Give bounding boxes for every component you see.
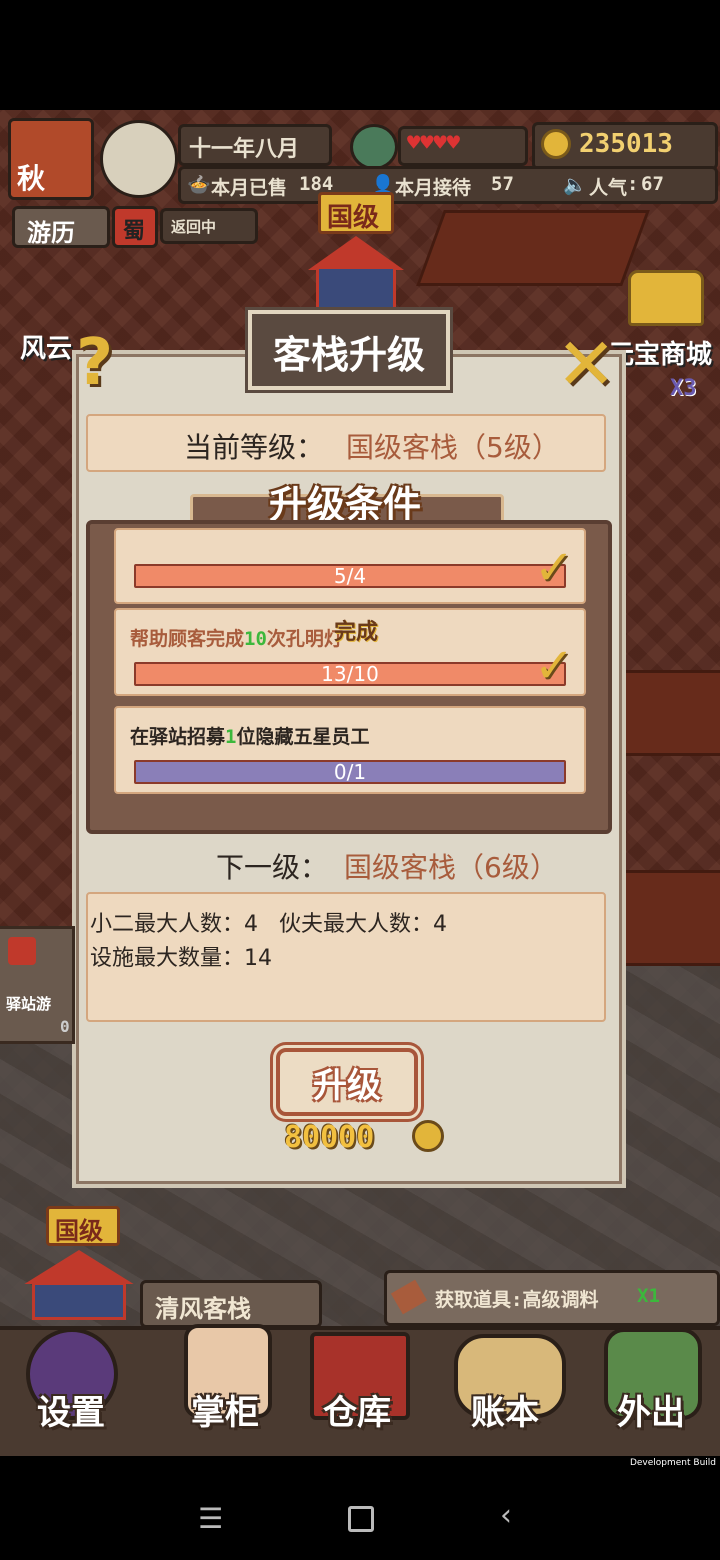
recruit-side-panel[interactable]: 驿站游 0 xyxy=(0,926,75,1044)
travel-region-badge: 蜀 xyxy=(112,206,158,248)
shopkeeper-avatar[interactable] xyxy=(350,124,398,170)
condition-progress-1: 5/4 xyxy=(134,564,566,588)
date-label: 十一年八月 xyxy=(189,137,300,162)
rank-badge: 国级 xyxy=(318,192,394,234)
rank-badge-label: 国级 xyxy=(327,203,380,233)
checkmark-icon: ✓ xyxy=(534,540,575,596)
shop-badge: X3 xyxy=(670,376,697,401)
home-icon[interactable] xyxy=(348,1506,374,1532)
served-value: 57 xyxy=(491,173,514,195)
checkmark-icon: ✓ xyxy=(534,638,575,694)
next-level-label: 下一级： xyxy=(216,851,329,884)
popularity-icon: 🔈 xyxy=(563,174,587,196)
side-panel-num: 0 xyxy=(60,1017,70,1036)
dialog-title-box: 客栈升级 xyxy=(248,310,450,390)
nav-label: 设置 xyxy=(37,1393,105,1433)
menu-icon[interactable]: ☰ xyxy=(198,1502,223,1535)
next-level-value: 国级客栈（6级） xyxy=(344,851,558,884)
current-level-value: 国级客栈（5级） xyxy=(346,431,560,464)
nav-ledger[interactable]: 账本 xyxy=(450,1320,566,1440)
nav-settings[interactable]: 设置 xyxy=(16,1320,126,1440)
clock-icon[interactable] xyxy=(100,120,178,198)
date-box: 十一年八月 xyxy=(178,124,332,166)
benefits-line-1: 小二最大人数：4 伙夫最大人数：4 xyxy=(90,912,447,937)
back-icon[interactable]: ‹ xyxy=(500,1498,512,1533)
close-icon[interactable]: ✕ xyxy=(556,328,628,400)
season-label: 秋 xyxy=(17,162,46,195)
travel-status-box: 返回中 xyxy=(160,208,258,244)
nav-label: 外出 xyxy=(617,1393,685,1433)
upgrade-cost: 80000 xyxy=(282,1118,452,1158)
event-label[interactable]: 风云 xyxy=(20,328,72,365)
coin-count: 235013 xyxy=(579,129,673,159)
stats-bar: 🍲 本月已售 184 👤 本月接待 57 🔈 人气 : 67 xyxy=(178,166,718,204)
nav-label: 账本 xyxy=(471,1393,539,1433)
travel-status: 返回中 xyxy=(171,218,217,236)
inn-rank-label: 国级 xyxy=(55,1217,103,1245)
item-count: X1 xyxy=(637,1285,660,1307)
health-box: ♥♥♥♥ xyxy=(398,126,528,166)
help-icon[interactable]: ? xyxy=(76,330,126,396)
upgrade-button[interactable]: 升级 xyxy=(276,1048,418,1116)
served-label: 本月接待 xyxy=(395,177,472,199)
progress-text: 5/4 xyxy=(333,564,367,588)
progress-text: 13/10 xyxy=(321,662,379,686)
popularity-sep: : xyxy=(627,173,639,195)
travel-label: 游历 xyxy=(27,219,75,247)
popularity-label: 人气 xyxy=(589,177,628,199)
travel-button[interactable]: 游历 xyxy=(12,206,110,248)
condition-progress-3: 0/1 xyxy=(134,760,566,784)
progress-text: 0/1 xyxy=(333,760,367,784)
sold-icon: 🍲 xyxy=(187,174,211,196)
condition-card-3: 在驿站招募1位隐藏五星员工 0/1 xyxy=(114,706,586,794)
nav-shopkeeper[interactable]: 掌柜 xyxy=(170,1320,280,1440)
done-label: 完成 xyxy=(334,620,379,645)
popularity-value: 67 xyxy=(641,173,664,195)
benefits-box: 小二最大人数：4 伙夫最大人数：4 设施最大数量：14 xyxy=(86,892,606,1022)
cost-value: 80000 xyxy=(284,1120,375,1155)
coin-icon xyxy=(541,129,571,159)
condition-card-1: 5/4 ✓ xyxy=(114,528,586,604)
upgrade-button-label: 升级 xyxy=(313,1066,381,1106)
current-level-label: 当前等级： xyxy=(184,431,325,464)
shield-icon xyxy=(8,937,36,965)
travel-region: 蜀 xyxy=(123,219,146,244)
conditions-panel[interactable]: 5/4 ✓ 帮助顾客完成10次孔明灯 完成 13/10 ✓ 在驿站招募1位隐藏五… xyxy=(86,520,612,834)
condition-card-2: 帮助顾客完成10次孔明灯 完成 13/10 ✓ xyxy=(114,608,586,696)
nav-travel[interactable]: 外出 xyxy=(596,1320,706,1440)
item-notice-text: 获取道具:高级调料 xyxy=(435,1289,599,1311)
gold-ingot-icon[interactable] xyxy=(628,270,704,326)
hearts: ♥♥♥♥ xyxy=(407,131,460,156)
nav-warehouse[interactable]: 仓库 xyxy=(302,1320,412,1440)
condition-text-3: 在驿站招募1位隐藏五星员工 xyxy=(130,726,370,748)
side-panel-label: 驿站游 xyxy=(6,995,52,1013)
coin-icon xyxy=(412,1120,444,1152)
coin-box: 235013 xyxy=(532,122,718,170)
dialog-title: 客栈升级 xyxy=(272,332,425,377)
dev-build-label: Development Build xyxy=(629,1458,716,1468)
sold-label: 本月已售 xyxy=(211,177,288,199)
nav-label: 仓库 xyxy=(323,1393,391,1433)
condition-text-2: 帮助顾客完成10次孔明灯 xyxy=(130,628,343,650)
season-badge: 秋 xyxy=(8,118,94,200)
system-nav-bar: ☰ ‹ xyxy=(0,1476,720,1560)
inn-name: 清风客栈 xyxy=(155,1295,251,1323)
item-notification[interactable]: 获取道具:高级调料 X1 xyxy=(384,1270,720,1326)
benefits-line-2: 设施最大数量：14 xyxy=(90,946,272,971)
nav-label: 掌柜 xyxy=(191,1393,259,1433)
condition-progress-2: 13/10 xyxy=(134,662,566,686)
current-level-bar: 当前等级： 国级客栈（5级） xyxy=(86,414,606,472)
inn-rank-badge: 国级 xyxy=(46,1206,120,1246)
seasoning-item-icon xyxy=(390,1279,428,1315)
